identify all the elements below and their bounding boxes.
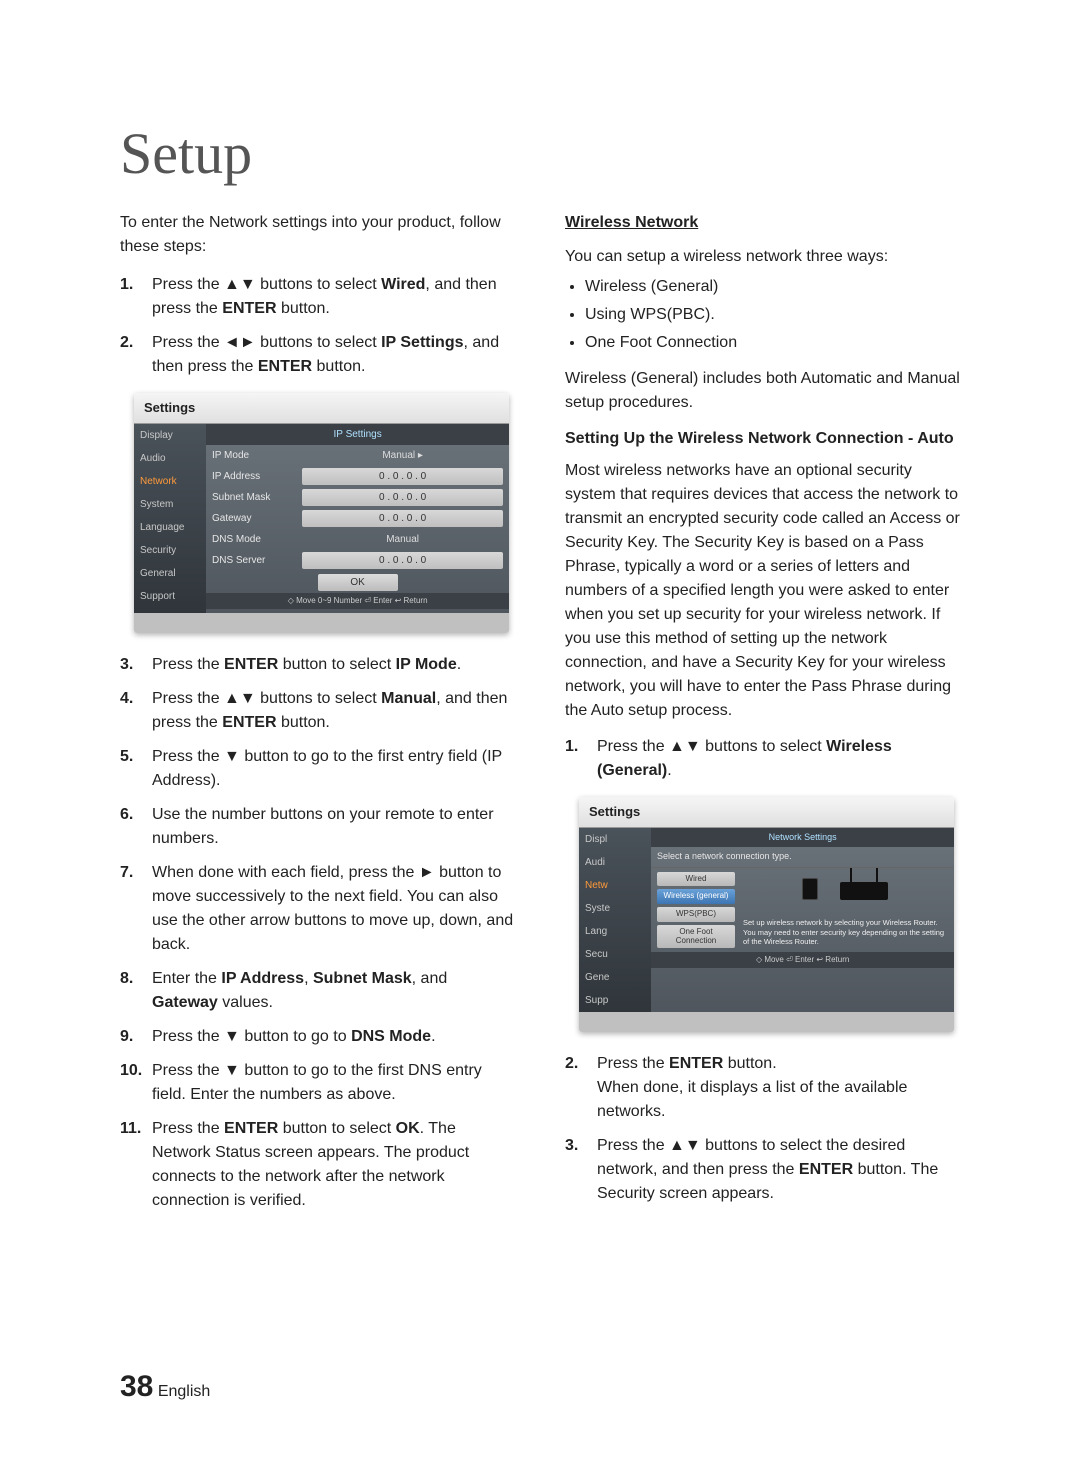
- step-body: Press the ENTER button to select OK. The…: [152, 1117, 515, 1213]
- wireless-intro: You can setup a wireless network three w…: [565, 245, 960, 269]
- step-number: 3.: [565, 1134, 597, 1206]
- wireless-heading: Wireless Network: [565, 211, 960, 235]
- shot1-row-value: 0 . 0 . 0 . 0: [302, 489, 503, 506]
- step-number: 1.: [565, 735, 597, 783]
- shot1-sidebar-item: Language: [134, 516, 206, 539]
- network-settings-screenshot: Settings DisplAudiNetwSysteLangSecuGeneS…: [579, 797, 954, 1032]
- shot1-sidebar-item: Support: [134, 585, 206, 608]
- step-number: 5.: [120, 745, 152, 793]
- step-number: 2.: [120, 331, 152, 379]
- shot1-hints: ◇ Move 0~9 Number ⏎ Enter ↩ Return: [206, 593, 509, 609]
- shot1-row-label: Subnet Mask: [212, 490, 302, 505]
- step-number: 2.: [565, 1052, 597, 1124]
- shot1-panel-title: IP Settings: [206, 424, 509, 445]
- step-number: 6.: [120, 803, 152, 851]
- shot1-row: IP Address0 . 0 . 0 . 0: [206, 466, 509, 487]
- left-column: To enter the Network settings into your …: [120, 211, 515, 1223]
- shot1-row-value: 0 . 0 . 0 . 0: [302, 468, 503, 485]
- shot1-row-label: DNS Server: [212, 553, 302, 568]
- shot1-ok-button: OK: [318, 574, 398, 591]
- shot1-sidebar-item: Audio: [134, 447, 206, 470]
- wireless-bullet: Using WPS(PBC).: [585, 303, 960, 327]
- step-number: 7.: [120, 861, 152, 957]
- page-language: English: [158, 1383, 210, 1400]
- step-body: Press the ▼ button to go to DNS Mode.: [152, 1025, 515, 1049]
- shot2-description: Set up wireless network by selecting you…: [741, 918, 948, 948]
- shot1-row-label: DNS Mode: [212, 532, 302, 547]
- shot1-sidebar-item: Security: [134, 539, 206, 562]
- shot2-hints: ◇ Move ⏎ Enter ↩ Return: [651, 952, 954, 968]
- shot1-sidebar-item: Network: [134, 470, 206, 493]
- step-number: 11.: [120, 1117, 152, 1213]
- ip-settings-screenshot: Settings DisplayAudioNetworkSystemLangua…: [134, 393, 509, 633]
- shot1-row-label: Gateway: [212, 511, 302, 526]
- shot2-sidebar-item: Syste: [579, 897, 651, 920]
- step-body: Press the ▲▼ buttons to select Manual, a…: [152, 687, 515, 735]
- step-body: Enter the IP Address, Subnet Mask, and G…: [152, 967, 515, 1015]
- wireless-auto-body: Most wireless networks have an optional …: [565, 459, 960, 723]
- shot1-row-value: Manual: [302, 531, 503, 548]
- shot1-sidebar-item: Display: [134, 424, 206, 447]
- step-body: Press the ENTER button.When done, it dis…: [597, 1052, 960, 1124]
- step-body: When done with each field, press the ► b…: [152, 861, 515, 957]
- shot2-sidebar-item: Gene: [579, 966, 651, 989]
- shot1-sidebar-item: System: [134, 493, 206, 516]
- shot2-sidebar-item: Lang: [579, 920, 651, 943]
- right-column: Wireless Network You can setup a wireles…: [565, 211, 960, 1223]
- shot2-sidebar-item: Audi: [579, 851, 651, 874]
- shot1-row-label: IP Mode: [212, 448, 302, 463]
- left-intro: To enter the Network settings into your …: [120, 211, 515, 259]
- shot2-option: Wireless (general): [657, 889, 735, 904]
- shot1-window-title: Settings: [134, 393, 509, 424]
- page-number: 38: [120, 1370, 153, 1403]
- step-body: Press the ENTER button to select IP Mode…: [152, 653, 515, 677]
- step-body: Press the ▲▼ buttons to select Wired, an…: [152, 273, 515, 321]
- wireless-bullet: Wireless (General): [585, 275, 960, 299]
- shot1-row: Subnet Mask0 . 0 . 0 . 0: [206, 487, 509, 508]
- wireless-bullet: One Foot Connection: [585, 331, 960, 355]
- shot1-row-label: IP Address: [212, 469, 302, 484]
- step-body: Press the ◄► buttons to select IP Settin…: [152, 331, 515, 379]
- shot2-window-title: Settings: [579, 797, 954, 828]
- step-number: 9.: [120, 1025, 152, 1049]
- step-body: Press the ▼ button to go to the first en…: [152, 745, 515, 793]
- step-number: 1.: [120, 273, 152, 321]
- page-title: Setup: [120, 120, 960, 187]
- step-body: Press the ▼ button to go to the first DN…: [152, 1059, 515, 1107]
- shot2-panel-title: Network Settings: [651, 828, 954, 848]
- shot2-sidebar-item: Supp: [579, 989, 651, 1012]
- shot2-sidebar-item: Displ: [579, 828, 651, 851]
- shot2-option: WPS(PBC): [657, 907, 735, 922]
- shot2-option: Wired: [657, 872, 735, 887]
- shot2-subtitle: Select a network connection type.: [651, 847, 954, 868]
- shot1-sidebar-item: General: [134, 562, 206, 585]
- shot1-row-value: 0 . 0 . 0 . 0: [302, 552, 503, 569]
- step-body: Press the ▲▼ buttons to select Wireless …: [597, 735, 960, 783]
- wireless-auto-heading: Setting Up the Wireless Network Connecti…: [565, 427, 960, 451]
- router-illustration: [741, 872, 948, 904]
- shot1-row: Gateway0 . 0 . 0 . 0: [206, 508, 509, 529]
- shot1-row-value: Manual ▸: [302, 447, 503, 464]
- shot2-sidebar-item: Secu: [579, 943, 651, 966]
- step-number: 3.: [120, 653, 152, 677]
- step-number: 4.: [120, 687, 152, 735]
- shot2-sidebar-item: Netw: [579, 874, 651, 897]
- step-number: 8.: [120, 967, 152, 1015]
- page-footer: 38 English: [120, 1370, 210, 1404]
- wireless-para: Wireless (General) includes both Automat…: [565, 367, 960, 415]
- step-number: 10.: [120, 1059, 152, 1107]
- shot2-option: One Foot Connection: [657, 925, 735, 949]
- shot1-row: IP ModeManual ▸: [206, 445, 509, 466]
- step-body: Press the ▲▼ buttons to select the desir…: [597, 1134, 960, 1206]
- shot1-row-value: 0 . 0 . 0 . 0: [302, 510, 503, 527]
- shot1-row: DNS ModeManual: [206, 529, 509, 550]
- step-body: Use the number buttons on your remote to…: [152, 803, 515, 851]
- shot1-row: DNS Server0 . 0 . 0 . 0: [206, 550, 509, 571]
